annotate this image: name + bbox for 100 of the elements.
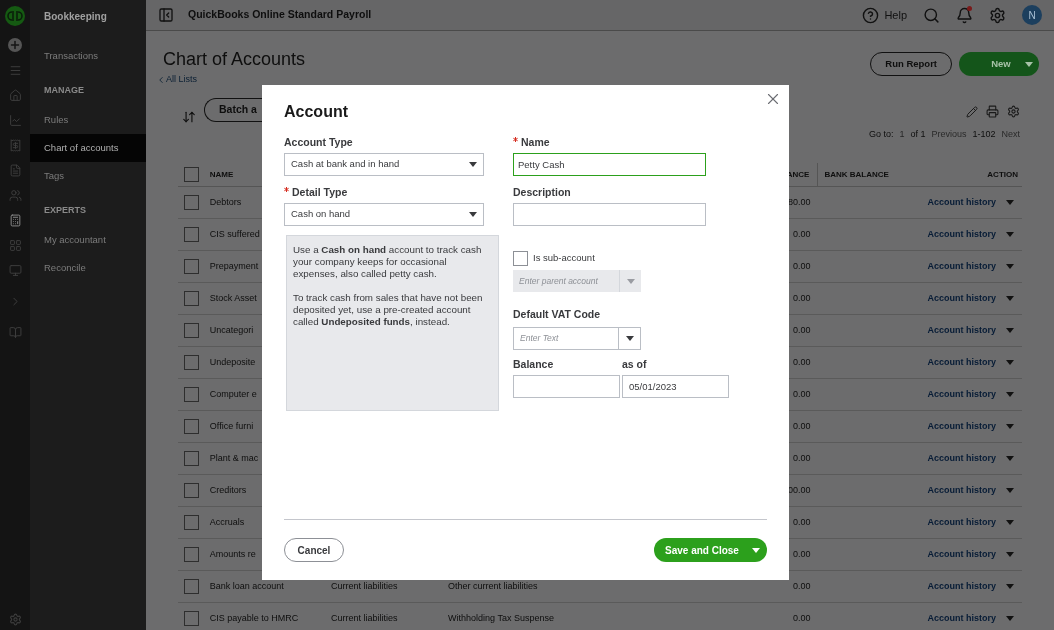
avatar[interactable]: N <box>1022 5 1042 25</box>
caret-icon <box>1006 392 1014 397</box>
account-history-link[interactable]: Account history <box>927 451 996 466</box>
caret-icon <box>1006 456 1014 461</box>
previous-link[interactable]: Previous <box>931 128 967 142</box>
table-cell: Bank loan account <box>209 580 284 591</box>
table-cell-text: 0.00 <box>792 515 811 529</box>
table-cell-text: 0.00 <box>792 227 811 241</box>
table-cell-text: 0.00 <box>792 259 811 273</box>
checkbox[interactable] <box>184 451 199 466</box>
account-history-link[interactable]: Account history <box>927 195 996 210</box>
checkbox[interactable] <box>184 611 199 626</box>
checkbox[interactable] <box>184 515 199 530</box>
checkbox[interactable] <box>184 167 199 182</box>
sidebar-item[interactable]: Rules <box>30 106 146 134</box>
required-asterisk-icon <box>284 187 289 193</box>
account-history-link[interactable]: Account history <box>927 419 996 434</box>
date-field[interactable]: 05/01/2023 <box>622 375 729 398</box>
account-history-link[interactable]: Account history <box>927 515 996 530</box>
go-to-label: Go to: <box>868 128 894 141</box>
book-icon[interactable] <box>8 326 22 339</box>
table-cell-text: 0.00 <box>792 387 811 401</box>
receipt-icon[interactable] <box>8 139 22 152</box>
checkbox[interactable] <box>184 387 199 402</box>
calculator-icon[interactable] <box>8 214 22 227</box>
account-history-link[interactable]: Account history <box>927 355 996 370</box>
account-history-link[interactable]: Account history <box>927 483 996 498</box>
table-cell-text: 0.00 <box>792 355 811 369</box>
table-cell: Computer e <box>209 388 257 399</box>
caret-icon <box>752 547 760 553</box>
table-cell-text: 0.00 <box>792 547 811 561</box>
home-icon[interactable] <box>8 89 22 102</box>
sub-account-checkbox[interactable] <box>513 251 528 266</box>
sidebar-item[interactable]: Tags <box>30 162 146 190</box>
table-cell: Other current liabilities <box>448 580 538 591</box>
table-cell: Plant & mac <box>209 452 259 463</box>
edit-icon[interactable] <box>966 105 978 118</box>
vat-code-combobox[interactable]: Enter Text <box>513 327 641 350</box>
account-history-link[interactable]: Account history <box>927 611 996 626</box>
sidebar-item[interactable]: Reconcile <box>30 254 146 282</box>
checkbox[interactable] <box>184 195 199 210</box>
bell-icon[interactable] <box>956 6 973 24</box>
account-history-link[interactable]: Account history <box>927 227 996 242</box>
sidebar-title: Bookkeeping <box>43 10 108 23</box>
caret-icon <box>1006 200 1014 205</box>
grid-icon[interactable] <box>8 239 22 252</box>
help-link[interactable]: Help <box>862 6 907 24</box>
column-header: NAME <box>209 169 234 179</box>
search-icon[interactable] <box>923 6 940 24</box>
description-field[interactable] <box>513 203 706 226</box>
caret-icon <box>626 278 635 284</box>
account-history-link[interactable]: Account history <box>927 291 996 306</box>
checkbox[interactable] <box>184 355 199 370</box>
settings-icon[interactable] <box>989 6 1006 24</box>
sidebar-item[interactable]: Chart of accounts <box>30 134 146 162</box>
account-history-link[interactable]: Account history <box>927 547 996 562</box>
checkbox[interactable] <box>184 483 199 498</box>
sort-icon[interactable] <box>182 110 196 124</box>
checkbox[interactable] <box>184 227 199 242</box>
checkbox[interactable] <box>184 579 199 594</box>
account-history-link[interactable]: Account history <box>927 387 996 402</box>
plus-icon[interactable] <box>8 38 22 52</box>
table-cell: Prepayment <box>209 260 259 271</box>
next-link[interactable]: Next <box>1001 128 1020 142</box>
detail-type-select[interactable]: Cash on hand <box>284 203 484 226</box>
checkbox[interactable] <box>184 547 199 562</box>
account-history-link[interactable]: Account history <box>927 259 996 274</box>
account-history-link[interactable]: Account history <box>927 323 996 338</box>
monitor-icon[interactable] <box>8 264 22 277</box>
menu-icon[interactable] <box>8 64 22 77</box>
people-icon[interactable] <box>8 189 22 202</box>
checkbox[interactable] <box>184 259 199 274</box>
caret-icon <box>1006 616 1014 621</box>
settings-icon[interactable] <box>1007 105 1020 118</box>
table-cell-text: 00.00 <box>787 483 811 497</box>
checkbox[interactable] <box>184 419 199 434</box>
checkbox[interactable] <box>184 291 199 306</box>
all-lists-link[interactable]: All Lists <box>156 73 306 87</box>
settings-icon[interactable] <box>8 613 22 626</box>
table-cell: Uncategori <box>209 324 254 335</box>
table-cell-text: 0.00 <box>792 323 811 337</box>
collapse-menu-icon[interactable] <box>158 7 174 23</box>
page-number[interactable]: 1 <box>899 128 905 142</box>
name-field[interactable]: Petty Cash <box>513 153 706 176</box>
product-title: QuickBooks Online Standard Payroll <box>188 7 372 23</box>
dialog-title: Account <box>284 102 349 120</box>
checkbox[interactable] <box>184 323 199 338</box>
account-history-link[interactable]: Account history <box>927 579 996 594</box>
print-icon[interactable] <box>986 105 999 118</box>
field-label: Balance <box>513 358 554 370</box>
save-and-close-button[interactable]: Save and Close <box>654 538 767 562</box>
balance-field[interactable] <box>513 375 620 398</box>
account-type-select[interactable]: Cash at bank and in hand <box>284 153 484 176</box>
caret-icon <box>1006 232 1014 237</box>
sidebar-item[interactable]: Transactions <box>30 42 146 70</box>
new-button[interactable]: New <box>959 52 1039 76</box>
chart-icon[interactable] <box>8 114 22 127</box>
document-icon[interactable] <box>8 164 22 177</box>
field-label: Account Type <box>284 135 353 151</box>
sidebar-item[interactable]: My accountant <box>30 226 146 254</box>
